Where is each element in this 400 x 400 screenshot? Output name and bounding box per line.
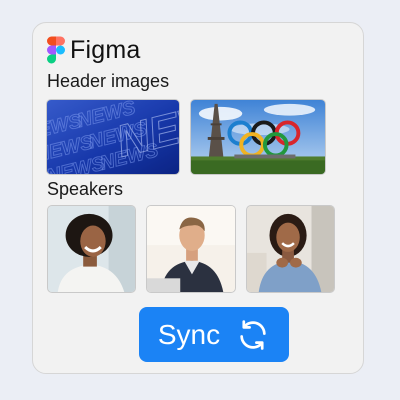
- speakers-title: Speakers: [47, 179, 124, 199]
- header-images-title: Header images: [47, 71, 170, 91]
- sync-icon: [240, 319, 266, 350]
- brand-header: Figma: [47, 35, 140, 65]
- figma-logo-icon: [47, 36, 65, 64]
- sync-button-label: Sync: [157, 318, 221, 350]
- sync-button[interactable]: Sync: [139, 307, 289, 362]
- brand-name: Figma: [70, 35, 141, 64]
- speaker-man-laptop-image[interactable]: [146, 205, 236, 293]
- eiffel-tower-olympic-rings-image[interactable]: [190, 99, 326, 175]
- speaker-woman-office-image[interactable]: [246, 205, 335, 293]
- figma-sync-card: Figma Header images NEWS NEWS NEWS NEWS …: [32, 22, 364, 374]
- news-banner-image[interactable]: NEWS NEWS NEWS NEWS NEWS NEWS NEWS: [46, 99, 180, 175]
- speaker-woman-smiling-image[interactable]: [47, 205, 136, 293]
